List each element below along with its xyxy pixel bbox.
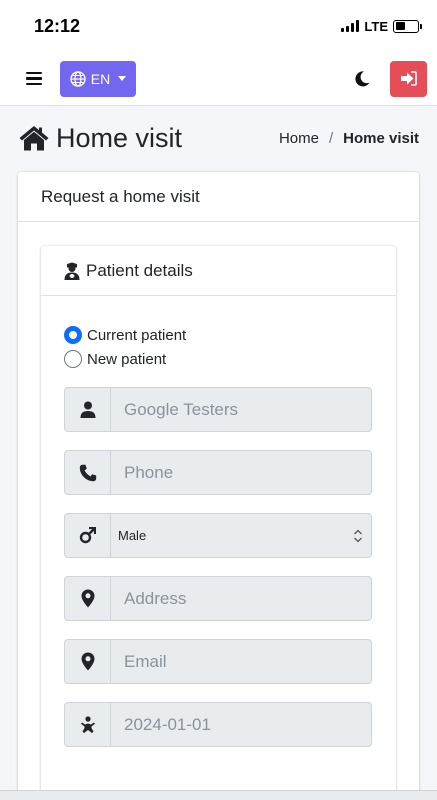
logout-button[interactable] [390, 60, 427, 97]
radio-label: New patient [87, 350, 167, 368]
battery-icon [393, 19, 422, 33]
baby-icon [64, 702, 110, 747]
page-title: Home visit [18, 123, 182, 154]
dob-group [64, 702, 372, 747]
patient-details-title: Patient details [86, 260, 193, 280]
status-time: 12:12 [34, 15, 81, 36]
phone-field[interactable] [110, 450, 372, 495]
address-field[interactable] [110, 576, 372, 621]
user-icon [64, 387, 110, 432]
language-label: EN [90, 70, 111, 87]
map-marker-icon [64, 639, 110, 684]
moon-icon[interactable] [353, 70, 371, 88]
phone-icon [64, 450, 110, 495]
breadcrumb: Home / Home visit [279, 130, 419, 147]
dob-field[interactable] [110, 702, 372, 747]
sign-out-icon [401, 71, 417, 86]
radio-label: Current patient [87, 326, 187, 344]
chevron-down-icon [118, 76, 127, 81]
page-header: Home visit Home / Home visit [0, 109, 437, 167]
network-type: LTE [364, 18, 388, 34]
page-title-text: Home visit [56, 122, 183, 153]
globe-icon [70, 70, 86, 87]
breadcrumb-separator: / [328, 129, 334, 147]
email-group [64, 639, 372, 684]
status-indicators: LTE [341, 18, 422, 34]
signal-icon [341, 20, 360, 32]
radio-current-patient[interactable]: Current patient [64, 323, 396, 347]
home-icon [19, 126, 49, 151]
select-arrows-icon [354, 529, 362, 542]
name-group [64, 387, 372, 432]
breadcrumb-home[interactable]: Home [279, 130, 319, 147]
request-card: Request a home visit Patient details Cur… [18, 172, 419, 800]
radio-current-patient-input[interactable] [64, 326, 82, 344]
patient-details-header: Patient details [41, 246, 396, 296]
radio-new-patient[interactable]: New patient [64, 347, 396, 371]
radio-new-patient-input[interactable] [64, 350, 82, 368]
patient-type-radios: Current patient New patient [41, 296, 396, 371]
mars-icon [64, 513, 110, 558]
map-marker-icon [64, 576, 110, 621]
menu-icon[interactable] [26, 71, 42, 86]
email-field[interactable] [110, 639, 372, 684]
status-bar: 12:12 LTE [0, 0, 437, 52]
patient-fields: Male [64, 387, 372, 765]
card-title: Request a home visit [18, 172, 419, 222]
name-field[interactable] [110, 387, 372, 432]
gender-selected: Male [118, 528, 147, 543]
breadcrumb-current: Home visit [343, 129, 419, 147]
navbar: EN [0, 52, 437, 106]
address-group [64, 576, 372, 621]
phone-group [64, 450, 372, 495]
bottom-bar [0, 790, 437, 800]
user-nurse-icon [64, 262, 80, 280]
gender-select[interactable]: Male [110, 513, 372, 558]
language-button[interactable]: EN [60, 60, 136, 97]
gender-group: Male [64, 513, 372, 558]
patient-details-card: Patient details Current patient New pati… [41, 246, 396, 800]
